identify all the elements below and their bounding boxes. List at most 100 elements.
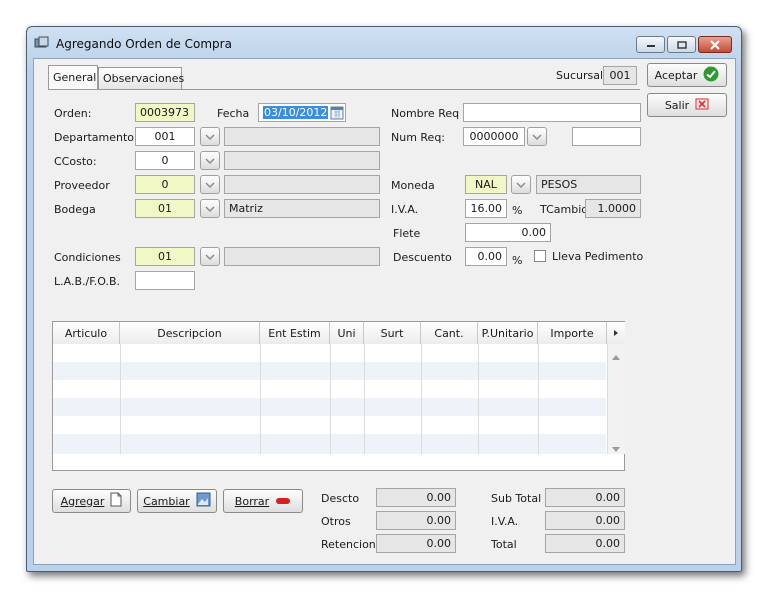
iva-total-field: 0.00	[545, 511, 625, 530]
flete-field[interactable]: 0.00	[465, 223, 551, 242]
moneda-dropdown[interactable]	[511, 175, 531, 194]
check-icon	[703, 66, 719, 85]
bodega-label: Bodega	[54, 203, 96, 216]
proveedor-dropdown[interactable]	[200, 175, 220, 194]
grid-vertical-scrollbar[interactable]	[607, 344, 625, 454]
chevron-down-icon	[205, 178, 215, 191]
sucursal-label: Sucursal	[556, 69, 604, 82]
tcambio-field: 1.0000	[585, 199, 641, 218]
grid-header-importe[interactable]: Importe	[538, 322, 607, 344]
articles-grid[interactable]: Articulo Descripcion Ent Estim Uni Surt …	[52, 321, 625, 471]
grid-col-divider	[538, 344, 539, 454]
tcambio-label: TCambio	[540, 203, 588, 216]
borrar-button[interactable]: Borrar	[223, 489, 303, 513]
nombre-req-field[interactable]	[463, 103, 641, 122]
grid-header-ent-estim[interactable]: Ent Estim	[260, 322, 330, 344]
ccosto-field[interactable]: 0	[135, 151, 195, 170]
sucursal-field: 001	[603, 66, 637, 85]
grid-scroll-right-button[interactable]	[607, 322, 625, 344]
grid-col-divider	[330, 344, 331, 454]
grid-col-divider	[260, 344, 261, 454]
lab-fob-field[interactable]	[135, 271, 195, 290]
subtotal-field: 0.00	[545, 488, 625, 507]
borrar-label: Borrar	[234, 494, 270, 508]
cambiar-button[interactable]: Cambiar	[137, 489, 217, 513]
ccosto-label: CCosto:	[54, 155, 97, 168]
descto-label: Descto	[321, 492, 360, 505]
grid-header-cant[interactable]: Cant.	[421, 322, 478, 344]
edit-picture-icon	[196, 492, 211, 510]
proveedor-label: Proveedor	[54, 179, 110, 192]
bodega-dropdown[interactable]	[200, 199, 220, 218]
total-label: Total	[491, 538, 517, 551]
agregar-label: Agregar	[60, 494, 105, 508]
proveedor-desc	[224, 175, 380, 194]
num-req-field[interactable]: 0000000	[463, 127, 525, 146]
exit-icon	[695, 98, 709, 113]
chevron-right-icon	[613, 327, 619, 340]
aceptar-label: Aceptar	[654, 68, 698, 82]
chevron-down-icon	[205, 250, 215, 263]
tab-observaciones[interactable]: Observaciones	[98, 67, 185, 89]
num-req-extra-field[interactable]	[572, 127, 641, 146]
tab-general[interactable]: General	[48, 65, 98, 89]
calendar-icon[interactable]	[330, 105, 344, 120]
grid-header-descripcion[interactable]: Descripcion	[120, 322, 260, 344]
app-icon	[34, 36, 50, 50]
retencion-label: Retencion	[321, 538, 376, 551]
maximize-button[interactable]	[667, 36, 696, 53]
descuento-percent: %	[512, 254, 523, 267]
flete-label: Flete	[393, 227, 421, 240]
close-button[interactable]	[698, 36, 732, 53]
descuento-field[interactable]: 0.00	[465, 247, 507, 266]
bodega-desc: Matriz	[224, 199, 380, 218]
grid-header-articulo[interactable]: Articulo	[53, 322, 120, 344]
iva-field[interactable]: 16.00	[465, 199, 507, 218]
aceptar-button[interactable]: Aceptar	[647, 63, 727, 87]
departamento-field[interactable]: 001	[135, 127, 195, 146]
tab-observaciones-label: Observaciones	[103, 72, 185, 85]
ccosto-dropdown[interactable]	[200, 151, 220, 170]
fecha-value: 03/10/2012	[263, 106, 329, 119]
moneda-label: Moneda	[391, 179, 435, 192]
otros-label: Otros	[321, 515, 351, 528]
lleva-pedimento-label: Lleva Pedimento	[552, 250, 644, 263]
minimize-button[interactable]	[636, 36, 665, 53]
descto-field: 0.00	[376, 488, 456, 507]
grid-col-divider	[421, 344, 422, 454]
condiciones-label: Condiciones	[54, 251, 121, 264]
scroll-down-icon[interactable]	[612, 442, 620, 455]
scroll-up-icon[interactable]	[612, 350, 620, 363]
grid-header-punitario[interactable]: P.Unitario	[478, 322, 538, 344]
tab-general-label: General	[53, 71, 97, 84]
proveedor-field[interactable]: 0	[135, 175, 195, 194]
lleva-pedimento-checkbox[interactable]	[534, 250, 546, 262]
departamento-dropdown[interactable]	[200, 127, 220, 146]
condiciones-desc	[224, 247, 380, 266]
grid-header-surt[interactable]: Surt	[364, 322, 421, 344]
lab-fob-label: L.A.B./F.O.B.	[54, 275, 121, 288]
grid-header-uni[interactable]: Uni	[330, 322, 364, 344]
orden-field[interactable]: 0003973	[135, 103, 195, 122]
grid-col-divider	[120, 344, 121, 454]
bodega-field[interactable]: 01	[135, 199, 195, 218]
salir-button[interactable]: Salir	[647, 93, 727, 117]
condiciones-dropdown[interactable]	[200, 247, 220, 266]
grid-col-divider	[364, 344, 365, 454]
tab-divider	[48, 89, 640, 90]
departamento-desc	[224, 127, 380, 146]
iva-total-label: I.V.A.	[491, 515, 519, 528]
agregar-button[interactable]: Agregar	[52, 489, 131, 513]
chevron-down-icon	[205, 154, 215, 167]
num-req-label: Num Req:	[391, 131, 446, 144]
num-req-dropdown[interactable]	[527, 127, 547, 146]
ccosto-desc	[224, 151, 380, 170]
moneda-field[interactable]: NAL	[465, 175, 507, 194]
condiciones-field[interactable]: 01	[135, 247, 195, 266]
chevron-down-icon	[205, 202, 215, 215]
delete-icon	[275, 495, 291, 508]
departamento-label: Departamento:	[54, 131, 138, 144]
retencion-field: 0.00	[376, 534, 456, 553]
chevron-down-icon	[205, 130, 215, 143]
fecha-label: Fecha	[217, 107, 250, 120]
